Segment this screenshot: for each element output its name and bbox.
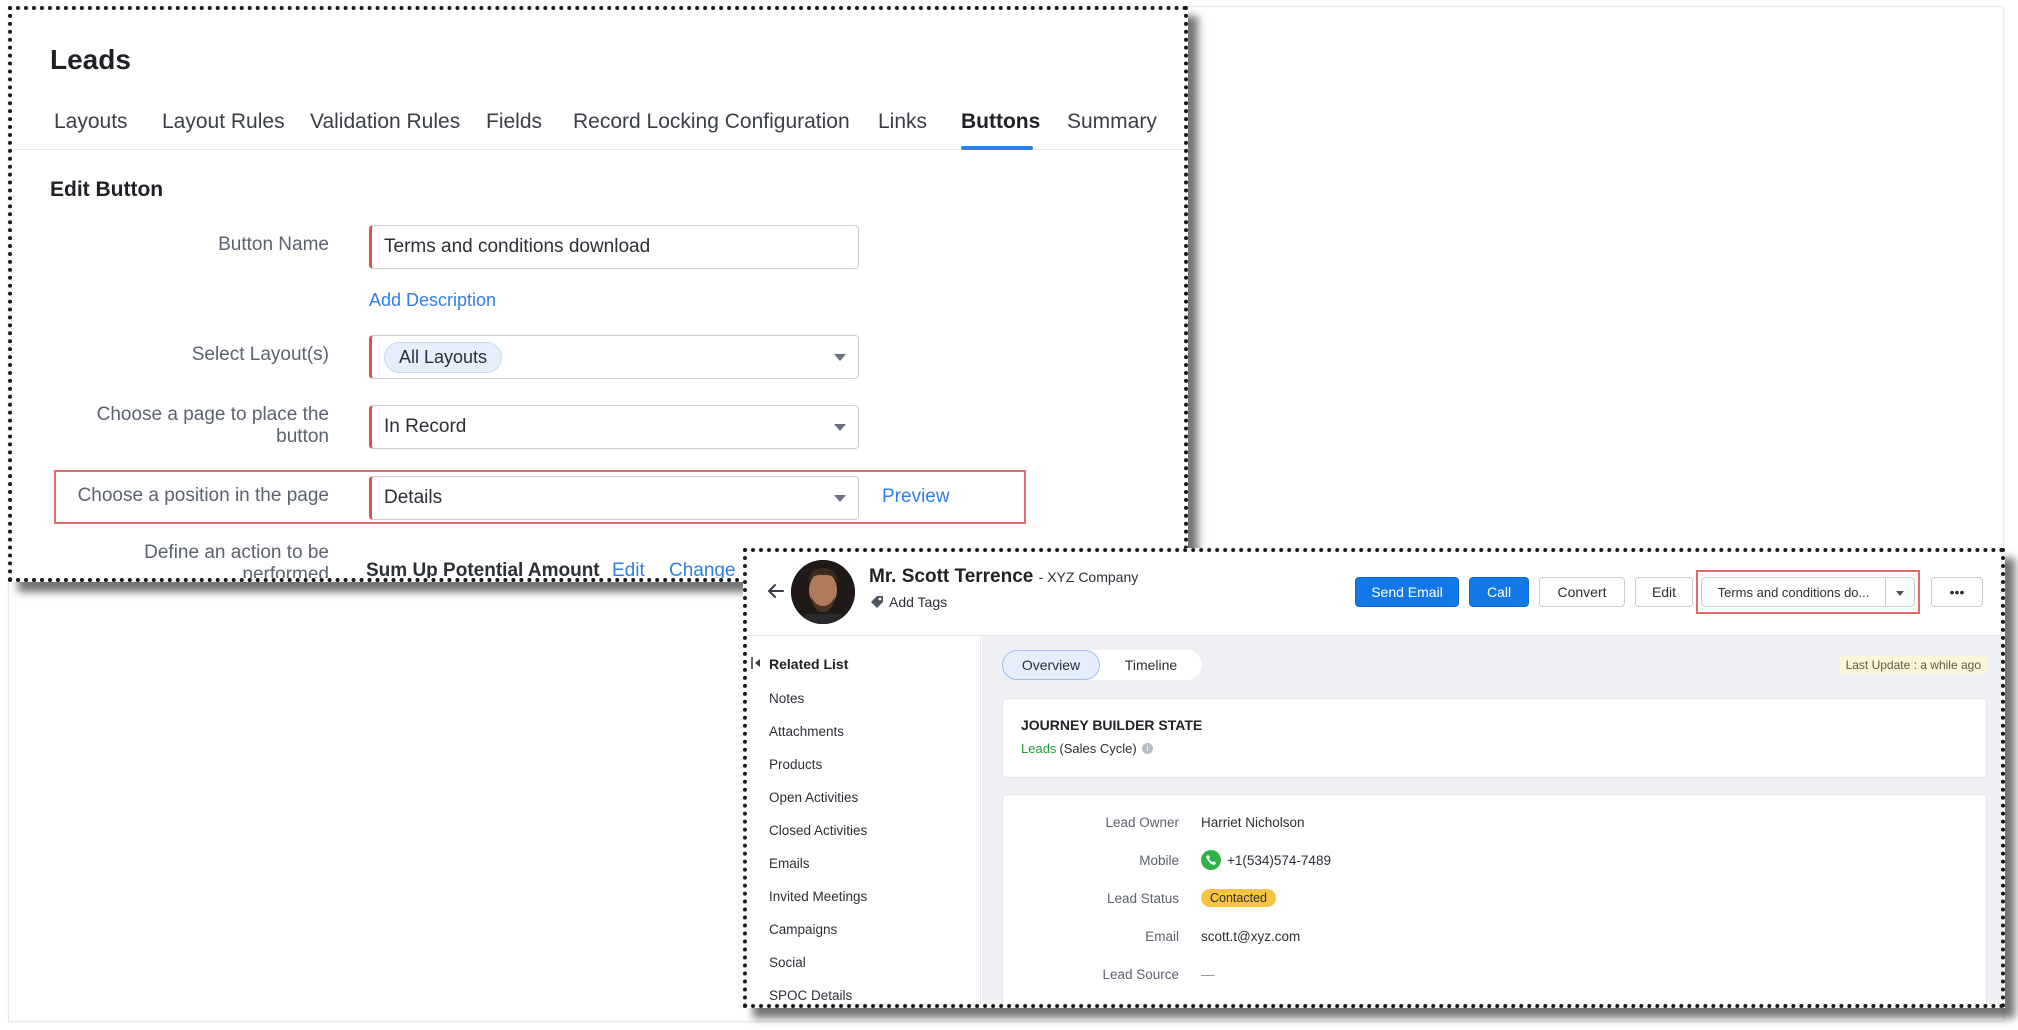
record-header: Mr. Scott Terrence - XYZ Company Add Tag… xyxy=(747,552,2001,636)
lead-name-line: Mr. Scott Terrence - XYZ Company xyxy=(869,566,1138,588)
position-value: Details xyxy=(384,487,443,508)
send-email-button[interactable]: Send Email xyxy=(1355,577,1459,607)
lead-owner-label: Lead Owner xyxy=(1105,815,1179,830)
call-button[interactable]: Call xyxy=(1469,577,1529,607)
tab-overview[interactable]: Overview xyxy=(1002,650,1100,680)
phone-icon[interactable] xyxy=(1201,850,1221,870)
active-tab-indicator xyxy=(961,146,1033,150)
avatar xyxy=(791,560,855,624)
position-label: Choose a position in the page xyxy=(77,485,329,506)
add-tags-label: Add Tags xyxy=(889,594,948,610)
journey-stage-link[interactable]: Leads xyxy=(1021,741,1056,756)
mobile-label: Mobile xyxy=(1139,853,1179,868)
related-item-notes[interactable]: Notes xyxy=(769,691,804,706)
button-name-input[interactable]: Terms and conditions download xyxy=(369,225,859,269)
related-item-social[interactable]: Social xyxy=(769,955,806,970)
page-value: In Record xyxy=(384,416,467,437)
journey-title: JOURNEY BUILDER STATE xyxy=(1021,717,1203,733)
last-update-badge: Last Update : a while ago xyxy=(1839,656,1987,674)
lead-source-label: Lead Source xyxy=(1102,967,1179,982)
chevron-down-icon xyxy=(834,424,846,431)
settings-tabs: Layouts Layout Rules Validation Rules Fi… xyxy=(12,102,1184,150)
record-content: Overview Timeline Last Update : a while … xyxy=(982,636,2001,1004)
chevron-down-icon xyxy=(834,495,846,502)
edit-button[interactable]: Edit xyxy=(1635,577,1693,607)
view-toggle: Overview Timeline xyxy=(1002,650,1202,680)
add-tags-button[interactable]: Add Tags xyxy=(869,594,947,610)
journey-cycle: (Sales Cycle) xyxy=(1059,741,1137,756)
lead-name: Mr. Scott Terrence xyxy=(869,566,1034,587)
button-name-value: Terms and conditions download xyxy=(384,236,651,257)
lead-source-value: — xyxy=(1201,967,1215,982)
journey-state: Leads (Sales Cycle) i xyxy=(1021,741,1153,756)
lead-status-value: Contacted xyxy=(1201,889,1276,907)
layouts-select[interactable]: All Layouts xyxy=(369,335,859,379)
collapse-sidebar-icon[interactable] xyxy=(751,656,763,670)
section-title: Edit Button xyxy=(50,178,164,201)
module-title: Leads xyxy=(50,44,131,75)
related-item-invited-meetings[interactable]: Invited Meetings xyxy=(769,889,867,904)
mobile-value[interactable]: +1(534)574-7489 xyxy=(1227,853,1331,868)
tab-buttons[interactable]: Buttons xyxy=(961,110,1040,134)
related-item-attachments[interactable]: Attachments xyxy=(769,724,844,739)
action-change-link[interactable]: Change xyxy=(669,560,736,578)
related-list-title: Related List xyxy=(769,656,849,672)
info-icon[interactable]: i xyxy=(1141,743,1153,754)
lead-status-label: Lead Status xyxy=(1106,891,1179,906)
related-list-sidebar: Related List Notes Attachments Products … xyxy=(747,636,981,1004)
person-photo-icon xyxy=(791,560,855,624)
chevron-down-icon xyxy=(834,354,846,361)
position-select[interactable]: Details xyxy=(369,476,859,520)
tab-layout-rules[interactable]: Layout Rules xyxy=(162,110,285,134)
tab-fields[interactable]: Fields xyxy=(486,110,542,134)
related-item-closed-activities[interactable]: Closed Activities xyxy=(769,823,867,838)
chevron-down-icon[interactable] xyxy=(1886,578,1914,606)
tab-validation-rules[interactable]: Validation Rules xyxy=(310,110,460,134)
journey-card: JOURNEY BUILDER STATE Leads (Sales Cycle… xyxy=(1002,698,1987,778)
action-label: Define an action to be performed xyxy=(144,542,329,582)
tag-icon xyxy=(871,596,883,608)
related-item-open-activities[interactable]: Open Activities xyxy=(769,790,858,805)
email-value[interactable]: scott.t@xyz.com xyxy=(1201,929,1300,944)
screenshot-canvas: Leads Layouts Layout Rules Validation Ru… xyxy=(0,0,2018,1030)
tab-layouts[interactable]: Layouts xyxy=(54,110,128,134)
layouts-label: Select Layout(s) xyxy=(191,344,329,365)
leads-settings-panel: Leads Layouts Layout Rules Validation Ru… xyxy=(8,6,1188,582)
button-name-label: Button Name xyxy=(218,234,329,255)
related-item-products[interactable]: Products xyxy=(769,757,822,772)
page-label: Choose a page to place the button xyxy=(96,404,329,447)
convert-button[interactable]: Convert xyxy=(1539,577,1625,607)
details-card: Lead Owner Harriet Nicholson Mobile +1(5… xyxy=(1002,794,1987,1004)
tab-record-locking[interactable]: Record Locking Configuration xyxy=(573,110,850,134)
tab-summary[interactable]: Summary xyxy=(1067,110,1157,134)
lead-record-panel: Mr. Scott Terrence - XYZ Company Add Tag… xyxy=(743,548,2005,1008)
tab-links[interactable]: Links xyxy=(878,110,927,134)
email-label: Email xyxy=(1145,929,1179,944)
add-description-link[interactable]: Add Description xyxy=(369,290,496,311)
layout-chip: All Layouts xyxy=(384,341,503,373)
related-item-campaigns[interactable]: Campaigns xyxy=(769,922,837,937)
lead-company: - XYZ Company xyxy=(1038,569,1139,585)
action-value: Sum Up Potential Amount xyxy=(366,560,600,581)
preview-link[interactable]: Preview xyxy=(882,486,950,508)
mobile-value-row: +1(534)574-7489 xyxy=(1201,850,1331,870)
page-select[interactable]: In Record xyxy=(369,405,859,449)
related-item-emails[interactable]: Emails xyxy=(769,856,810,871)
custom-button-split: Terms and conditions do... xyxy=(1701,577,1915,607)
lead-owner-value: Harriet Nicholson xyxy=(1201,815,1305,830)
action-edit-link[interactable]: Edit xyxy=(612,560,645,578)
back-arrow-icon[interactable] xyxy=(765,580,787,602)
status-badge: Contacted xyxy=(1201,889,1276,907)
terms-download-button[interactable]: Terms and conditions do... xyxy=(1702,578,1886,606)
tab-timeline[interactable]: Timeline xyxy=(1102,650,1200,680)
more-options-button[interactable]: ••• xyxy=(1931,577,1983,607)
related-item-spoc-details[interactable]: SPOC Details xyxy=(769,988,852,1003)
